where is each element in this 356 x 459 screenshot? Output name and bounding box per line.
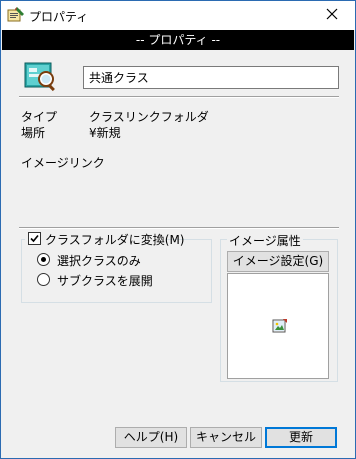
separator-top — [19, 96, 339, 98]
close-button[interactable] — [309, 1, 355, 30]
window-title: プロパティ — [29, 10, 89, 24]
dialog-header: -- プロパティ -- — [2, 30, 354, 50]
separator-middle — [19, 227, 339, 229]
image-placeholder-icon — [272, 318, 288, 334]
checkmark-icon — [30, 234, 39, 243]
radio-expand-subclasses-label[interactable]: サブクラスを展開 — [57, 272, 153, 289]
radio-selected-only-label[interactable]: 選択クラスのみ — [57, 252, 141, 269]
cancel-button[interactable]: キャンセル — [190, 427, 262, 448]
name-input[interactable] — [83, 66, 339, 89]
location-label: 場所 — [21, 126, 46, 140]
help-button[interactable]: ヘルプ(H) — [115, 427, 187, 448]
radio-selected-only[interactable] — [37, 253, 50, 266]
image-link-label: イメージリンク — [21, 156, 105, 170]
convert-class-folder-checkbox[interactable] — [28, 232, 41, 245]
properties-app-icon — [7, 7, 25, 23]
image-attr-label: イメージ属性 — [227, 232, 303, 249]
type-label: タイプ — [21, 110, 58, 124]
class-folder-group — [21, 239, 212, 303]
image-preview — [227, 273, 329, 379]
location-value: ¥新規 — [89, 126, 121, 140]
radio-selected-dot — [41, 257, 46, 262]
convert-class-folder-label[interactable]: クラスフォルダに変換(M) — [45, 231, 184, 248]
image-settings-button[interactable]: イメージ設定(G) — [227, 251, 329, 272]
update-button[interactable]: 更新 — [265, 427, 337, 448]
close-icon — [326, 8, 338, 23]
title-bar: プロパティ — [1, 1, 355, 30]
class-folder-icon — [23, 60, 59, 94]
properties-dialog: プロパティ -- プロパティ -- タイプ クラスリンクフォルダ 場所 ¥新規 … — [0, 0, 356, 459]
radio-expand-subclasses[interactable] — [37, 273, 50, 286]
type-value: クラスリンクフォルダ — [89, 110, 209, 124]
